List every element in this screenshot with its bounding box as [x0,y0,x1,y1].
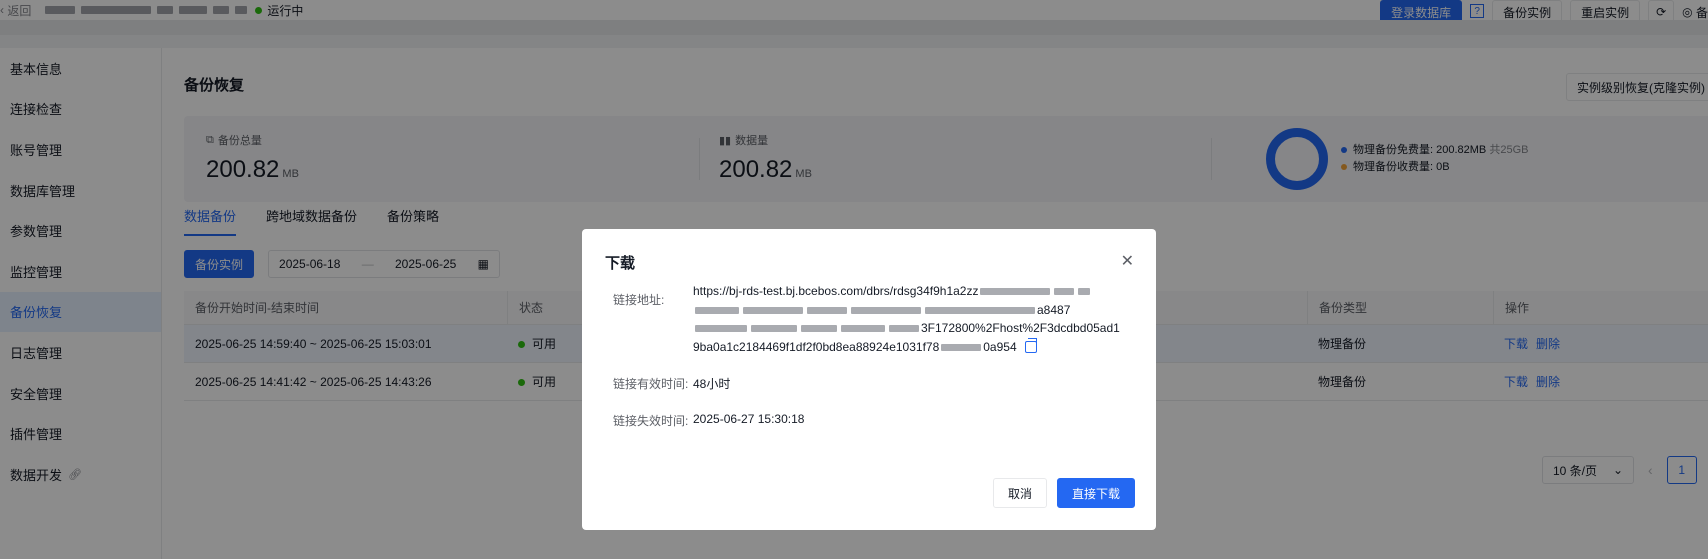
url-text: a8487 [1037,302,1071,317]
redacted-url-part [1054,288,1075,296]
download-dialog: 下载 ✕ 链接地址: https://bj-rds-test.bj.bcebos… [582,229,1156,530]
redacted-url-part [695,325,747,333]
copy-icon[interactable] [1024,338,1037,354]
redacted-url-part [851,306,921,314]
redacted-url-part [695,306,739,314]
url-text: 9ba0a1c2184469f1df2f0bd8ea88924e1031f78 [693,339,940,354]
direct-download-button[interactable]: 直接下载 [1056,478,1135,508]
redacted-url-part [807,306,847,314]
redacted-url-part [743,306,803,314]
download-url[interactable]: https://bj-rds-test.bj.bcebos.com/dbrs/r… [693,282,1133,356]
redacted-url-part [751,325,797,333]
redacted-url-part [841,325,885,333]
valid-duration-value: 48小时 [693,377,731,391]
url-label: 链接地址: [613,293,665,307]
cancel-button[interactable]: 取消 [992,478,1047,508]
redacted-url-part [889,325,919,333]
url-text: 0a954 [983,339,1017,354]
valid-duration-label: 链接有效时间: [613,377,689,391]
redacted-url-part [801,325,837,333]
redacted-url-part [980,288,1051,296]
redacted-url-part [925,306,1035,314]
redacted-url-part [1078,288,1091,296]
expire-time-label: 链接失效时间: [613,414,689,428]
dialog-title: 下载 [605,255,636,272]
dialog-footer: 取消 直接下载 [992,478,1135,508]
expire-time-value: 2025-06-27 15:30:18 [693,412,805,426]
url-text: 3F172800%2Fhost%2F3dcdbd05ad1 [921,321,1120,335]
redacted-url-part [941,343,982,351]
close-icon[interactable]: ✕ [1121,251,1134,271]
url-text: https://bj-rds-test.bj.bcebos.com/dbrs/r… [693,284,979,298]
